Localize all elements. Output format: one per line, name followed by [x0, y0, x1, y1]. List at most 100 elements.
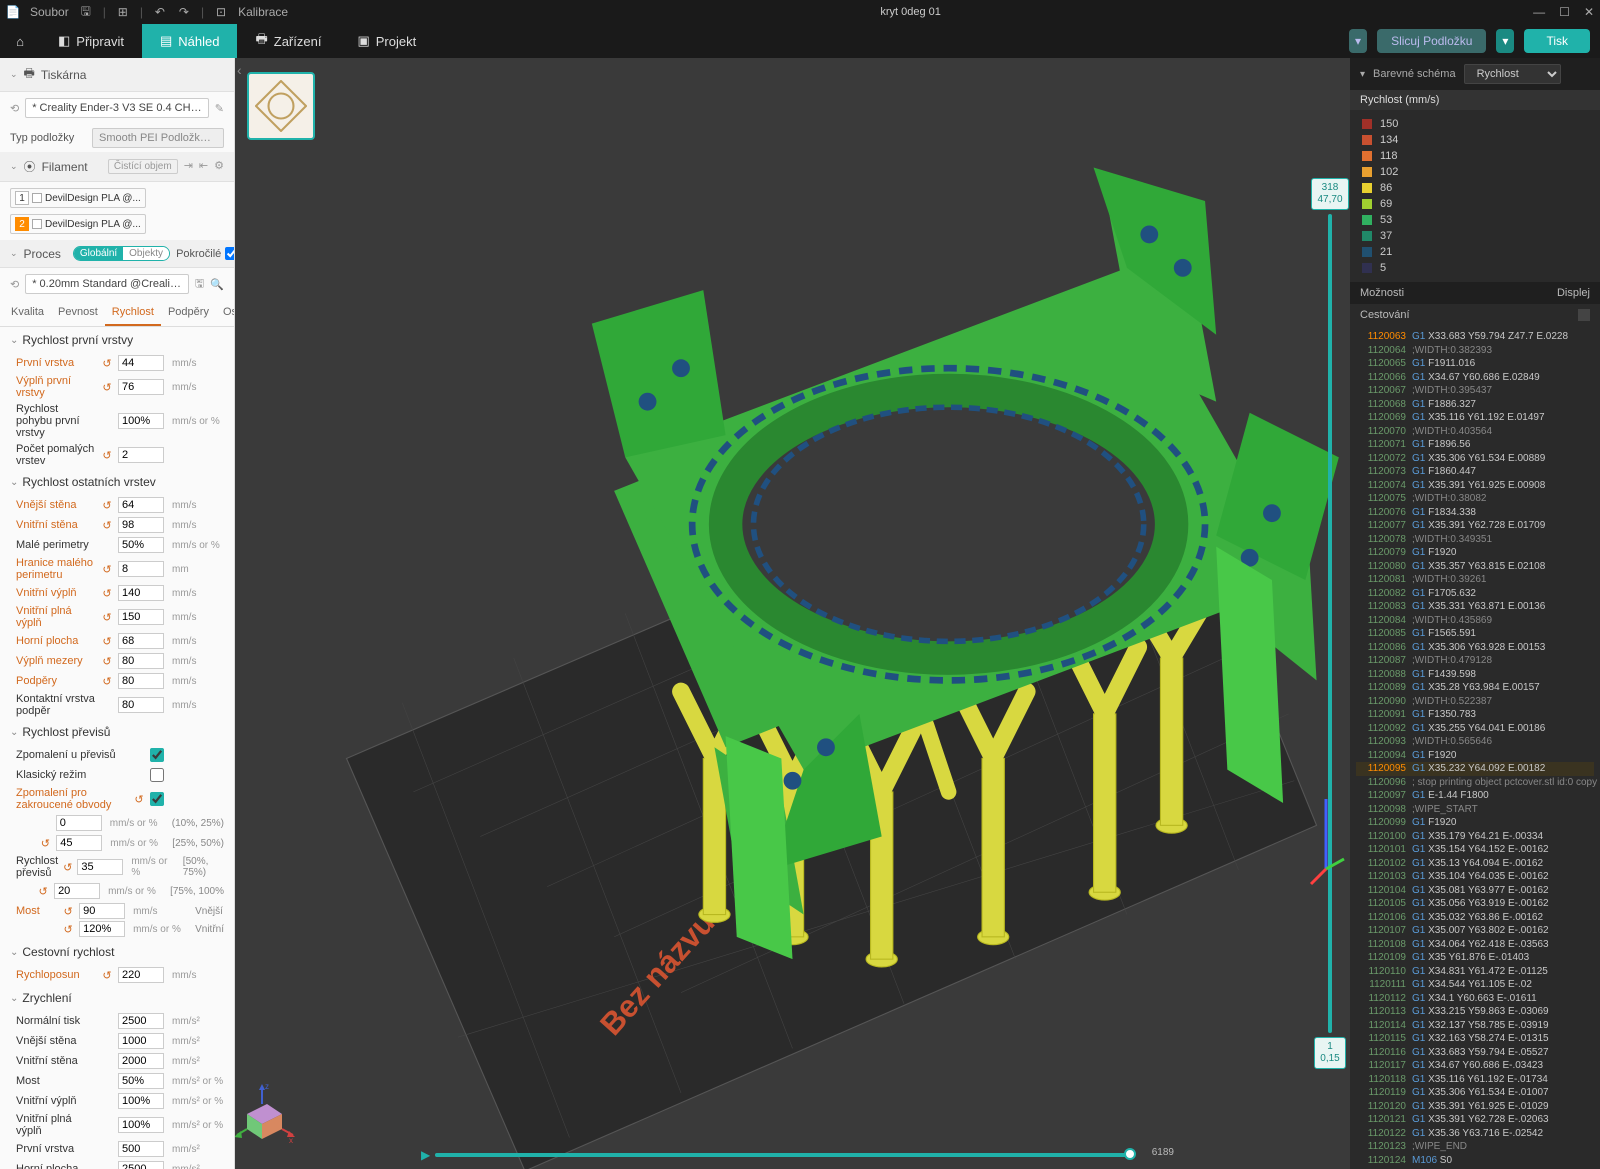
tab-quality[interactable]: Kvalita	[4, 300, 51, 326]
gcode-line[interactable]: 1120070;WIDTH:0.403564	[1356, 425, 1594, 439]
gcode-line[interactable]: 1120082G1 F1705.632	[1356, 587, 1594, 601]
tab-prepare[interactable]: ◧Připravit	[40, 24, 142, 58]
reset-icon[interactable]: ↺	[62, 861, 73, 874]
menu-file[interactable]: Soubor	[30, 5, 69, 19]
reset-icon[interactable]: ↺	[100, 611, 114, 624]
slow-layers-input[interactable]	[118, 447, 164, 463]
search-icon[interactable]: 🔍	[210, 278, 224, 291]
gcode-line[interactable]: 1120099G1 F1920	[1356, 816, 1594, 830]
acc-inner-input[interactable]	[118, 1053, 164, 1069]
first-layer-input[interactable]	[118, 355, 164, 371]
reset-icon[interactable]: ↺	[61, 923, 75, 936]
gcode-line[interactable]: 1120113G1 X33.215 Y59.863 E-.03069	[1356, 1005, 1594, 1019]
print-button[interactable]: Tisk	[1524, 29, 1590, 53]
travel-toggle[interactable]	[1578, 309, 1590, 321]
gcode-line[interactable]: 1120065G1 F1911.016	[1356, 357, 1594, 371]
gcode-line[interactable]: 1120123;WIPE_END	[1356, 1140, 1594, 1154]
reset-icon[interactable]: ↺	[132, 793, 146, 806]
gcode-line[interactable]: 1120102G1 X35.13 Y64.094 E-.00162	[1356, 857, 1594, 871]
gcode-line[interactable]: 1120100G1 X35.179 Y64.21 E-.00334	[1356, 830, 1594, 844]
axis-gizmo[interactable]: z x y	[235, 1079, 297, 1149]
reset-icon[interactable]: ↺	[100, 655, 114, 668]
gcode-line[interactable]: 1120097G1 E-1.44 F1800	[1356, 789, 1594, 803]
gcode-line[interactable]: 1120064;WIDTH:0.382393	[1356, 344, 1594, 358]
gcode-line[interactable]: 1120115G1 X32.163 Y58.274 E-.01315	[1356, 1032, 1594, 1046]
printer-section-header[interactable]: ⌄ 🖶 Tiskárna	[0, 58, 234, 92]
gcode-line[interactable]: 1120104G1 X35.081 Y63.977 E-.00162	[1356, 884, 1594, 898]
tab-device[interactable]: 🖶Zařízení	[237, 24, 339, 58]
gcode-line[interactable]: 1120072G1 X35.306 Y61.534 E.00889	[1356, 452, 1594, 466]
gcode-line[interactable]: 1120089G1 X35.28 Y63.984 E.00157	[1356, 681, 1594, 695]
gcode-line[interactable]: 1120075;WIDTH:0.38082	[1356, 492, 1594, 506]
first-travel-input[interactable]	[118, 413, 164, 429]
gcode-line[interactable]: 1120108G1 X34.064 Y62.418 E-.03563	[1356, 938, 1594, 952]
reset-icon[interactable]: ↺	[100, 381, 114, 394]
gcode-line[interactable]: 1120107G1 X35.007 Y63.802 E-.00162	[1356, 924, 1594, 938]
save-preset-icon[interactable]: 🖫	[195, 275, 204, 294]
gcode-line[interactable]: 1120116G1 X33.683 Y59.794 E-.05527	[1356, 1046, 1594, 1060]
solid-infill-input[interactable]	[118, 609, 164, 625]
gcode-line[interactable]: 1120066G1 X34.67 Y60.686 E.02849	[1356, 371, 1594, 385]
gcode-line[interactable]: 1120118G1 X35.116 Y61.192 E-.01734	[1356, 1073, 1594, 1087]
slow-curled-checkbox[interactable]	[150, 792, 164, 806]
small-perim-thr-input[interactable]	[118, 561, 164, 577]
reset-icon[interactable]: ↺	[38, 837, 52, 850]
top-surface-input[interactable]	[118, 633, 164, 649]
bridge-outer-input[interactable]	[79, 903, 125, 919]
reset-icon[interactable]: ↺	[36, 885, 50, 898]
process-section-header[interactable]: ⌄ Proces Globální Objekty Pokročilé ⊡ ⚙	[0, 240, 234, 268]
gcode-line[interactable]: 1120071G1 F1896.56	[1356, 438, 1594, 452]
acc-sparse-input[interactable]	[118, 1093, 164, 1109]
gcode-line[interactable]: 1120105G1 X35.056 Y63.919 E-.00162	[1356, 897, 1594, 911]
file-icon[interactable]: 📄	[6, 5, 20, 19]
filament-slot-2[interactable]: 2 DevilDesign PLA @...	[10, 214, 146, 234]
gcode-line[interactable]: 1120083G1 X35.331 Y63.871 E.00136	[1356, 600, 1594, 614]
inner-wall-input[interactable]	[118, 517, 164, 533]
support-input[interactable]	[118, 673, 164, 689]
overhang-0-input[interactable]	[56, 815, 102, 831]
tab-preview[interactable]: ▤Náhled	[142, 24, 238, 58]
horizontal-layer-slider[interactable]: ▶ 6189	[435, 1151, 1130, 1159]
gcode-line[interactable]: 1120092G1 X35.255 Y64.041 E.00186	[1356, 722, 1594, 736]
tab-support[interactable]: Podpěry	[161, 300, 216, 326]
first-infill-input[interactable]	[118, 379, 164, 395]
bed-type-select[interactable]: Smooth PEI Podložka / High Temp P...	[92, 128, 224, 148]
tab-other[interactable]: Ostatní	[216, 300, 235, 326]
gap-fill-input[interactable]	[118, 653, 164, 669]
process-preset-select[interactable]: * 0.20mm Standard @Creality Ender3V3S...	[25, 274, 189, 294]
gcode-line[interactable]: 1120080G1 X35.357 Y63.815 E.02108	[1356, 560, 1594, 574]
gcode-line[interactable]: 1120090;WIDTH:0.522387	[1356, 695, 1594, 709]
group-accel[interactable]: Zrychlení	[0, 985, 234, 1011]
gcode-line[interactable]: 1120077G1 X35.391 Y62.728 E.01709	[1356, 519, 1594, 533]
gcode-line[interactable]: 1120111G1 X34.544 Y61.105 E-.02	[1356, 978, 1594, 992]
reset-icon[interactable]: ↺	[100, 587, 114, 600]
gcode-line[interactable]: 1120068G1 F1886.327	[1356, 398, 1594, 412]
group-other-layers[interactable]: Rychlost ostatních vrstev	[0, 469, 234, 495]
gcode-line[interactable]: 1120088G1 F1439.598	[1356, 668, 1594, 682]
tab-project[interactable]: ▣Projekt	[339, 24, 434, 58]
maximize-button[interactable]: ☐	[1559, 5, 1570, 19]
gcode-line[interactable]: 1120096; stop printing object pctcover.s…	[1356, 776, 1594, 790]
acc-bridge-input[interactable]	[118, 1073, 164, 1089]
filament-settings-icon[interactable]: ⚙	[214, 159, 224, 174]
reset-icon[interactable]: ↺	[100, 357, 114, 370]
print-dropdown[interactable]: ▾	[1496, 29, 1514, 53]
gcode-line[interactable]: 1120078;WIDTH:0.349351	[1356, 533, 1594, 547]
travel-toggle-row[interactable]: Cestování	[1350, 304, 1600, 326]
overhang-2-input[interactable]	[77, 859, 123, 875]
gcode-line[interactable]: 1120095G1 X35.232 Y64.092 E.00182	[1356, 762, 1594, 776]
gcode-viewer[interactable]: 1120063G1 X33.683 Y59.794 Z47.7 E.022811…	[1350, 326, 1600, 1169]
reset-icon[interactable]: ↺	[100, 969, 114, 982]
gcode-line[interactable]: 1120112G1 X34.1 Y60.663 E-.01611	[1356, 992, 1594, 1006]
gcode-line[interactable]: 1120119G1 X35.306 Y61.534 E-.01007	[1356, 1086, 1594, 1100]
gcode-line[interactable]: 1120106G1 X35.032 Y63.86 E-.00162	[1356, 911, 1594, 925]
support-iface-input[interactable]	[118, 697, 164, 713]
preview-viewport[interactable]: ‹ 01 Bez názvu	[235, 58, 1350, 1169]
reset-icon[interactable]: ↺	[100, 563, 114, 576]
acc-first-input[interactable]	[118, 1141, 164, 1157]
close-button[interactable]: ✕	[1584, 5, 1594, 19]
classic-mode-checkbox[interactable]	[150, 768, 164, 782]
group-overhang[interactable]: Rychlost převisů	[0, 719, 234, 745]
gcode-line[interactable]: 1120067;WIDTH:0.395437	[1356, 384, 1594, 398]
reset-icon[interactable]: ↺	[100, 499, 114, 512]
